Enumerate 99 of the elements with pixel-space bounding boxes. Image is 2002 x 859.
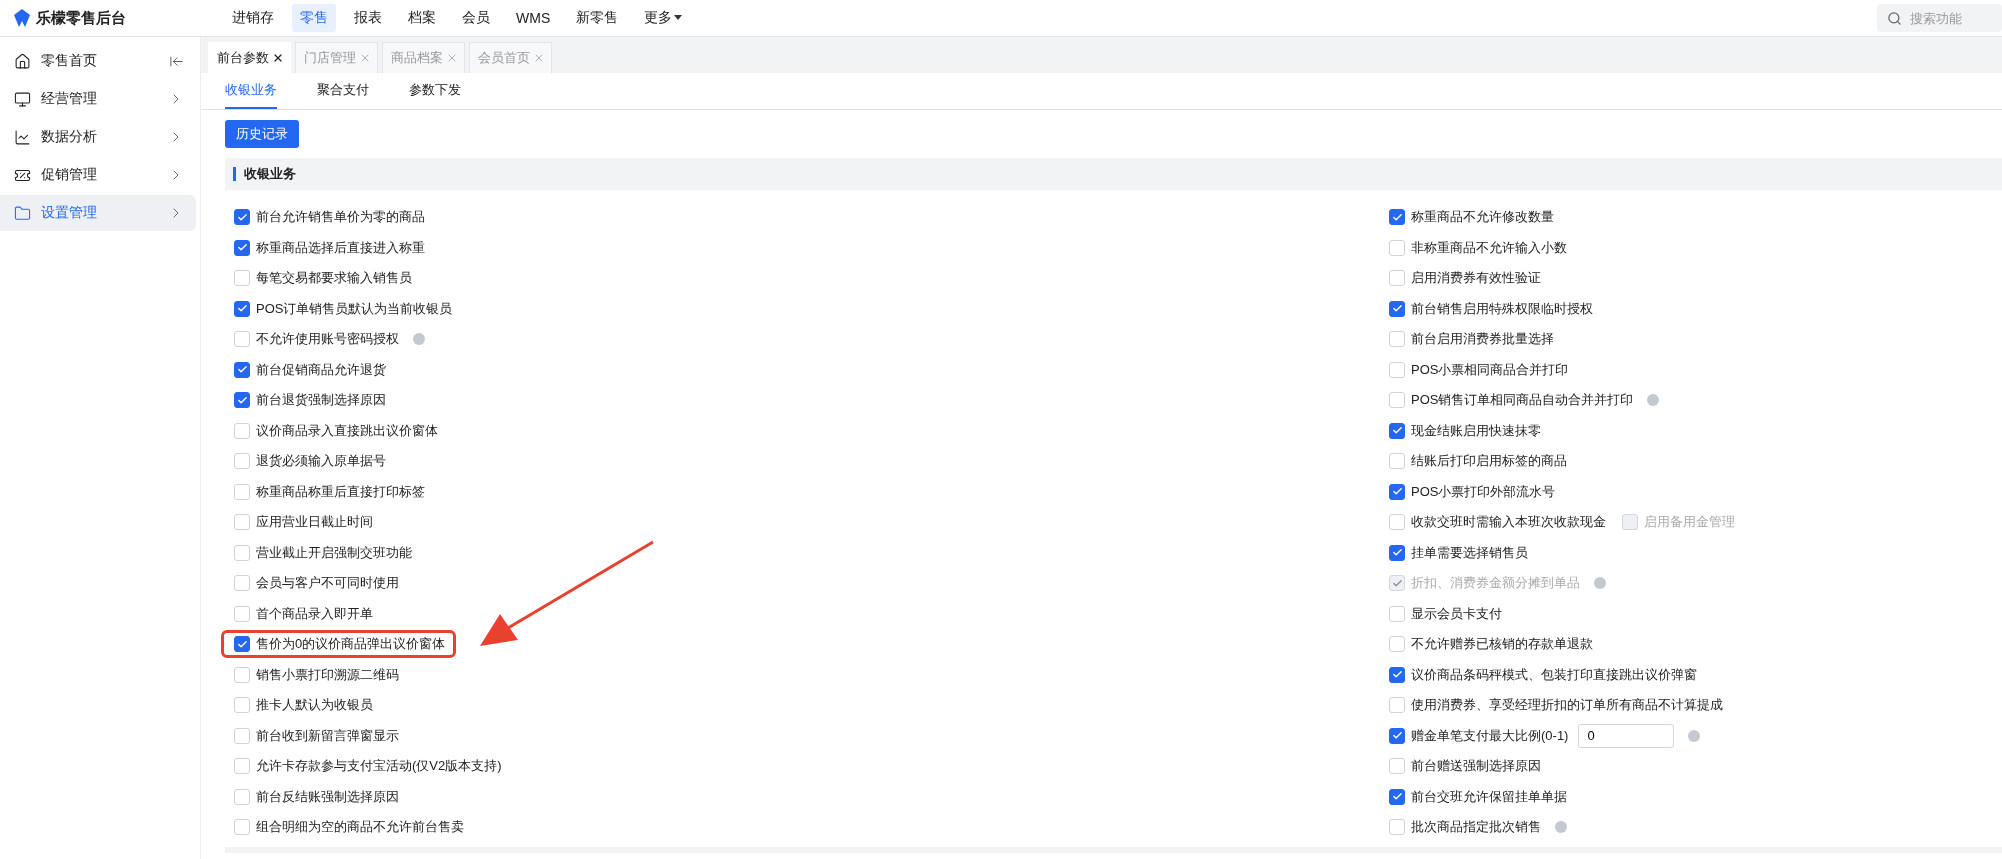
sidebar-item[interactable]: 数据分析 xyxy=(0,119,196,155)
checkbox[interactable] xyxy=(1389,422,1405,439)
option-label: 折扣、消费券金额分摊到单品 xyxy=(1411,574,1580,593)
subtab[interactable]: 收银业务 xyxy=(225,73,277,109)
search-icon xyxy=(1887,10,1902,26)
option-label: 前台销售启用特殊权限临时授权 xyxy=(1411,299,1593,318)
checkbox[interactable] xyxy=(1389,666,1405,683)
option-label: 推卡人默认为收银员 xyxy=(256,696,373,715)
option-label: 批次商品指定批次销售 xyxy=(1411,818,1541,837)
check-icon xyxy=(236,394,248,406)
option-label: 使用消费券、享受经理折扣的订单所有商品不计算提成 xyxy=(1411,696,1723,715)
help-icon[interactable] xyxy=(413,333,425,346)
checkbox[interactable] xyxy=(1389,788,1405,805)
option-label: 前台启用消费券批量选择 xyxy=(1411,330,1554,349)
option-label: 议价商品条码秤模式、包装打印直接跳出议价弹窗 xyxy=(1411,665,1697,684)
option-label: 结账后打印启用标签的商品 xyxy=(1411,452,1567,471)
check-icon xyxy=(236,638,248,650)
folder-icon xyxy=(14,204,31,222)
check-icon xyxy=(1391,211,1403,223)
logo-icon xyxy=(14,9,30,27)
option-label: 前台允许销售单价为零的商品 xyxy=(256,208,425,227)
check-icon xyxy=(1391,577,1403,589)
nav-item[interactable]: 新零售 xyxy=(568,4,627,32)
close-icon xyxy=(446,52,458,64)
line-chart-icon xyxy=(14,128,31,146)
option-label: 不允许使用账号密码授权 xyxy=(256,330,399,349)
help-icon[interactable] xyxy=(1555,821,1567,834)
option-label: 前台赠送强制选择原因 xyxy=(1411,757,1541,776)
subtab[interactable]: 参数下发 xyxy=(409,73,461,109)
option-label: 现金结账启用快速抹零 xyxy=(1411,421,1541,440)
app-title: 乐檬零售后台 xyxy=(36,8,126,28)
option-label: 议价商品录入直接跳出议价窗体 xyxy=(256,421,438,440)
check-icon xyxy=(236,211,248,223)
sidebar-item[interactable]: 零售首页 xyxy=(0,43,196,79)
option-label: 前台反结账强制选择原因 xyxy=(256,787,399,806)
nav-item[interactable]: 档案 xyxy=(400,4,444,32)
ratio-input[interactable]: 0 xyxy=(1578,723,1675,748)
option-label: 显示会员卡支付 xyxy=(1411,604,1502,623)
close-icon xyxy=(533,52,545,64)
sidebar-item[interactable]: 设置管理 xyxy=(0,195,196,231)
history-button[interactable]: 历史记录 xyxy=(225,120,299,148)
checkbox[interactable] xyxy=(234,392,250,409)
option-label: 不允许赠券已核销的存款单退款 xyxy=(1411,635,1593,654)
option-label: POS小票相同商品合并打印 xyxy=(1411,360,1569,379)
checkbox[interactable] xyxy=(234,300,250,317)
checkbox[interactable] xyxy=(1389,544,1405,561)
checkbox[interactable] xyxy=(1389,300,1405,317)
nav-item[interactable]: 报表 xyxy=(346,4,390,32)
close-icon xyxy=(359,52,371,64)
subtab[interactable]: 聚合支付 xyxy=(317,73,369,109)
option-label: 启用消费券有效性验证 xyxy=(1411,269,1541,288)
nav-item[interactable]: 更多 xyxy=(636,4,691,32)
checkbox[interactable] xyxy=(1389,727,1405,744)
option-label: POS小票打印外部流水号 xyxy=(1411,482,1556,501)
option-label: 允许卡存款参与支付宝活动(仅V2版本支持) xyxy=(256,757,502,776)
option-label: 应用营业日截止时间 xyxy=(256,513,373,532)
option-label: 首个商品录入即开单 xyxy=(256,604,373,623)
monitor-icon xyxy=(14,90,31,108)
sidebar-item[interactable]: 经营管理 xyxy=(0,81,196,117)
option-label: POS订单销售员默认为当前收银员 xyxy=(256,299,453,318)
checkbox[interactable] xyxy=(234,636,250,653)
option-label: 组合明细为空的商品不允许前台售卖 xyxy=(256,818,464,837)
option-label: 称重商品选择后直接进入称重 xyxy=(256,238,425,257)
nav-item[interactable]: WMS xyxy=(508,4,559,32)
checkbox[interactable] xyxy=(1389,209,1405,226)
option-label: 售价为0的议价商品弹出议价窗体 xyxy=(256,635,446,654)
option-label: 会员与客户不可同时使用 xyxy=(256,574,399,593)
option-label: 非称重商品不允许输入小数 xyxy=(1411,238,1567,257)
option-label: 销售小票打印溯源二维码 xyxy=(256,665,399,684)
option-label: 前台收到新留言弹窗显示 xyxy=(256,726,399,745)
search-box[interactable]: 搜索功能 xyxy=(1877,4,2002,32)
checkbox[interactable] xyxy=(234,239,250,256)
search-field[interactable]: 搜索功能 xyxy=(1908,9,1992,27)
option-label: 前台退货强制选择原因 xyxy=(256,391,386,410)
option-label: POS销售订单相同商品自动合并并打印 xyxy=(1411,391,1634,410)
option-label: 赠金单笔支付最大比例(0-1) xyxy=(1411,726,1569,745)
nav-item[interactable]: 零售 xyxy=(292,4,336,32)
house-icon xyxy=(14,52,31,70)
tab[interactable]: 前台参数 xyxy=(208,42,291,73)
option-label: 每笔交易都要求输入销售员 xyxy=(256,269,412,288)
help-icon[interactable] xyxy=(1647,394,1660,407)
close-icon xyxy=(272,52,284,64)
option-label: 称重商品不允许修改数量 xyxy=(1411,208,1554,227)
checkbox[interactable] xyxy=(234,361,250,378)
checkbox[interactable] xyxy=(1389,483,1405,500)
option-label: 收款交班时需输入本班次收款现金 xyxy=(1411,513,1606,532)
option-label: 营业截止开启强制交班功能 xyxy=(256,543,412,562)
sidebar-item[interactable]: 促销管理 xyxy=(0,157,196,193)
option-label: 称重商品称重后直接打印标签 xyxy=(256,482,425,501)
section-title: 收银业务 xyxy=(244,165,296,183)
option-label: 前台促销商品允许退货 xyxy=(256,360,386,379)
nav-item[interactable]: 会员 xyxy=(454,4,498,32)
option-label: 挂单需要选择销售员 xyxy=(1411,543,1528,562)
checkbox[interactable] xyxy=(234,209,250,226)
option-label: 退货必须输入原单据号 xyxy=(256,452,386,471)
option-label: 启用备用金管理 xyxy=(1644,513,1735,532)
option-label: 前台交班允许保留挂单单据 xyxy=(1411,787,1567,806)
help-icon[interactable] xyxy=(1688,729,1701,742)
nav-item[interactable]: 进销存 xyxy=(224,4,282,32)
